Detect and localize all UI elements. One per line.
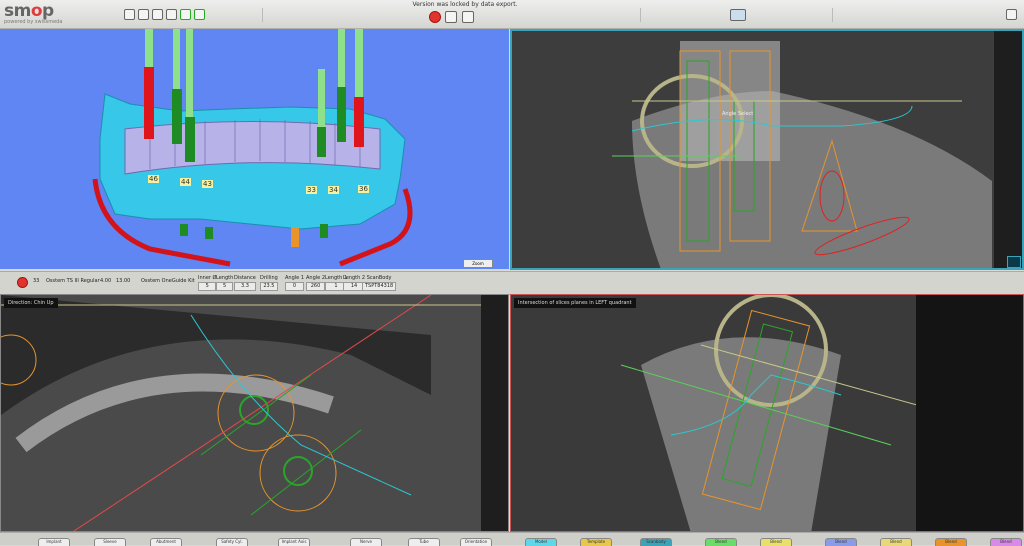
tab-blend[interactable]: Blend bbox=[990, 538, 1022, 546]
display-button[interactable] bbox=[152, 9, 163, 20]
implant-parameters-bar: 33 Osstem TS III Regular 4.00 13.00 Osst… bbox=[0, 271, 1024, 295]
layout-button[interactable] bbox=[730, 9, 746, 21]
app-logo: smop bbox=[4, 1, 54, 21]
param-value[interactable]: 5 bbox=[198, 282, 217, 291]
param-label: Length bbox=[216, 275, 234, 281]
slice-intersection-label: Intersection of slices planes in LEFT qu… bbox=[514, 298, 636, 308]
lock-icon[interactable] bbox=[17, 277, 28, 288]
param-field[interactable]: Inner Ø5 bbox=[198, 275, 217, 291]
implant-diameter[interactable]: 4.00 bbox=[100, 278, 111, 285]
scan-button[interactable] bbox=[180, 9, 191, 20]
tab-nerve[interactable]: Nerve bbox=[350, 538, 382, 546]
tab-blend[interactable]: Blend bbox=[880, 538, 912, 546]
light-button[interactable] bbox=[138, 9, 149, 20]
camera-button[interactable] bbox=[166, 9, 177, 20]
tab-abutment[interactable]: Abutment bbox=[150, 538, 182, 546]
3d-model-render bbox=[92, 29, 413, 267]
param-field[interactable]: Length 5 bbox=[216, 275, 234, 291]
window-button[interactable] bbox=[1006, 9, 1017, 20]
slice-direction-label: Direction: Chin Up bbox=[4, 298, 58, 308]
separator bbox=[832, 8, 833, 22]
lock-message: Version was locked by data export. bbox=[412, 1, 518, 8]
tooth-label[interactable]: 36 bbox=[358, 185, 369, 193]
implant-name[interactable]: Osstem TS III Regular bbox=[46, 278, 100, 285]
slice-view-top-right[interactable]: Angle Select bbox=[510, 29, 1024, 270]
tab-implant[interactable]: Implant bbox=[38, 538, 70, 546]
3d-view-panel[interactable]: 46 44 43 33 34 36 Zoom bbox=[0, 29, 509, 269]
top-toolbar: smop powered by swissmeda Version was lo… bbox=[0, 0, 1024, 29]
tab-scanbody[interactable]: Scanbody bbox=[640, 538, 672, 546]
param-value[interactable]: 5 bbox=[216, 282, 234, 291]
separator bbox=[640, 8, 641, 22]
tab-blend[interactable]: Blend bbox=[825, 538, 857, 546]
param-label: Angle 2 bbox=[306, 275, 325, 281]
tab-model[interactable]: Model bbox=[525, 538, 557, 546]
lock-icon[interactable] bbox=[429, 11, 441, 23]
tooth-label[interactable]: 34 bbox=[328, 186, 339, 194]
param-label: Angle 1 bbox=[285, 275, 304, 281]
slice-view-bottom-left[interactable]: Direction: Chin Up bbox=[0, 294, 509, 532]
param-label: Distance bbox=[234, 275, 256, 281]
separator bbox=[262, 8, 263, 22]
ct-slice-image bbox=[512, 31, 1022, 268]
app-tagline: powered by swissmeda bbox=[4, 19, 63, 25]
param-field[interactable]: Angle 2 260 bbox=[306, 275, 325, 291]
bottom-tab-bar: Implant Sleeve Abutment Safety Cyl. Implant … bbox=[0, 532, 1024, 546]
param-value[interactable]: TSPT84318 bbox=[362, 282, 397, 291]
param-value[interactable]: 260 bbox=[306, 282, 325, 291]
ct-slice-image bbox=[511, 295, 1023, 531]
angle-annotation: Angle Select bbox=[722, 111, 754, 117]
tab-orientation[interactable]: Orientation bbox=[460, 538, 492, 546]
tab-sleeve[interactable]: Sleeve bbox=[94, 538, 126, 546]
tab-safety-cyl-[interactable]: Safety Cyl. bbox=[216, 538, 248, 546]
zoom-select[interactable]: Zoom bbox=[463, 259, 493, 268]
param-field[interactable]: ScanBody TSPT84318 bbox=[362, 275, 397, 291]
param-field[interactable]: Drilling 23.5 bbox=[260, 275, 278, 291]
tab-blend[interactable]: Blend bbox=[705, 538, 737, 546]
param-value[interactable]: 0 bbox=[285, 282, 304, 291]
undo-button[interactable] bbox=[194, 9, 205, 20]
param-field[interactable]: Distance 3.3 bbox=[234, 275, 256, 291]
tooth-label[interactable]: 46 bbox=[148, 175, 159, 183]
param-value[interactable]: 23.5 bbox=[260, 282, 278, 291]
measure-button[interactable] bbox=[462, 11, 474, 23]
param-label: Inner Ø bbox=[198, 275, 217, 281]
tab-implant-axis[interactable]: Implant Axis bbox=[278, 538, 310, 546]
tooth-label[interactable]: 44 bbox=[180, 178, 191, 186]
maximize-button[interactable] bbox=[1007, 256, 1021, 268]
slice-view-bottom-right[interactable]: Intersection of slices planes in LEFT qu… bbox=[510, 294, 1024, 532]
tooth-number: 33 bbox=[33, 278, 40, 284]
tab-blend[interactable]: Blend bbox=[935, 538, 967, 546]
grid-view-button[interactable] bbox=[124, 9, 135, 20]
implant-length[interactable]: 13.00 bbox=[116, 278, 130, 285]
export-button[interactable] bbox=[445, 11, 457, 23]
tab-tube[interactable]: Tube bbox=[408, 538, 440, 546]
tab-blend[interactable]: Blend bbox=[760, 538, 792, 546]
tooth-label[interactable]: 43 bbox=[202, 180, 213, 188]
guide-kit[interactable]: Osstem OneGuide Kit bbox=[141, 278, 195, 285]
param-label: ScanBody bbox=[366, 275, 392, 281]
ct-slice-image bbox=[1, 295, 508, 531]
tab-template[interactable]: Template bbox=[580, 538, 612, 546]
param-label: Drilling bbox=[260, 275, 278, 281]
param-value[interactable]: 3.3 bbox=[234, 282, 256, 291]
param-field[interactable]: Angle 10 bbox=[285, 275, 304, 291]
tooth-label[interactable]: 33 bbox=[306, 186, 317, 194]
